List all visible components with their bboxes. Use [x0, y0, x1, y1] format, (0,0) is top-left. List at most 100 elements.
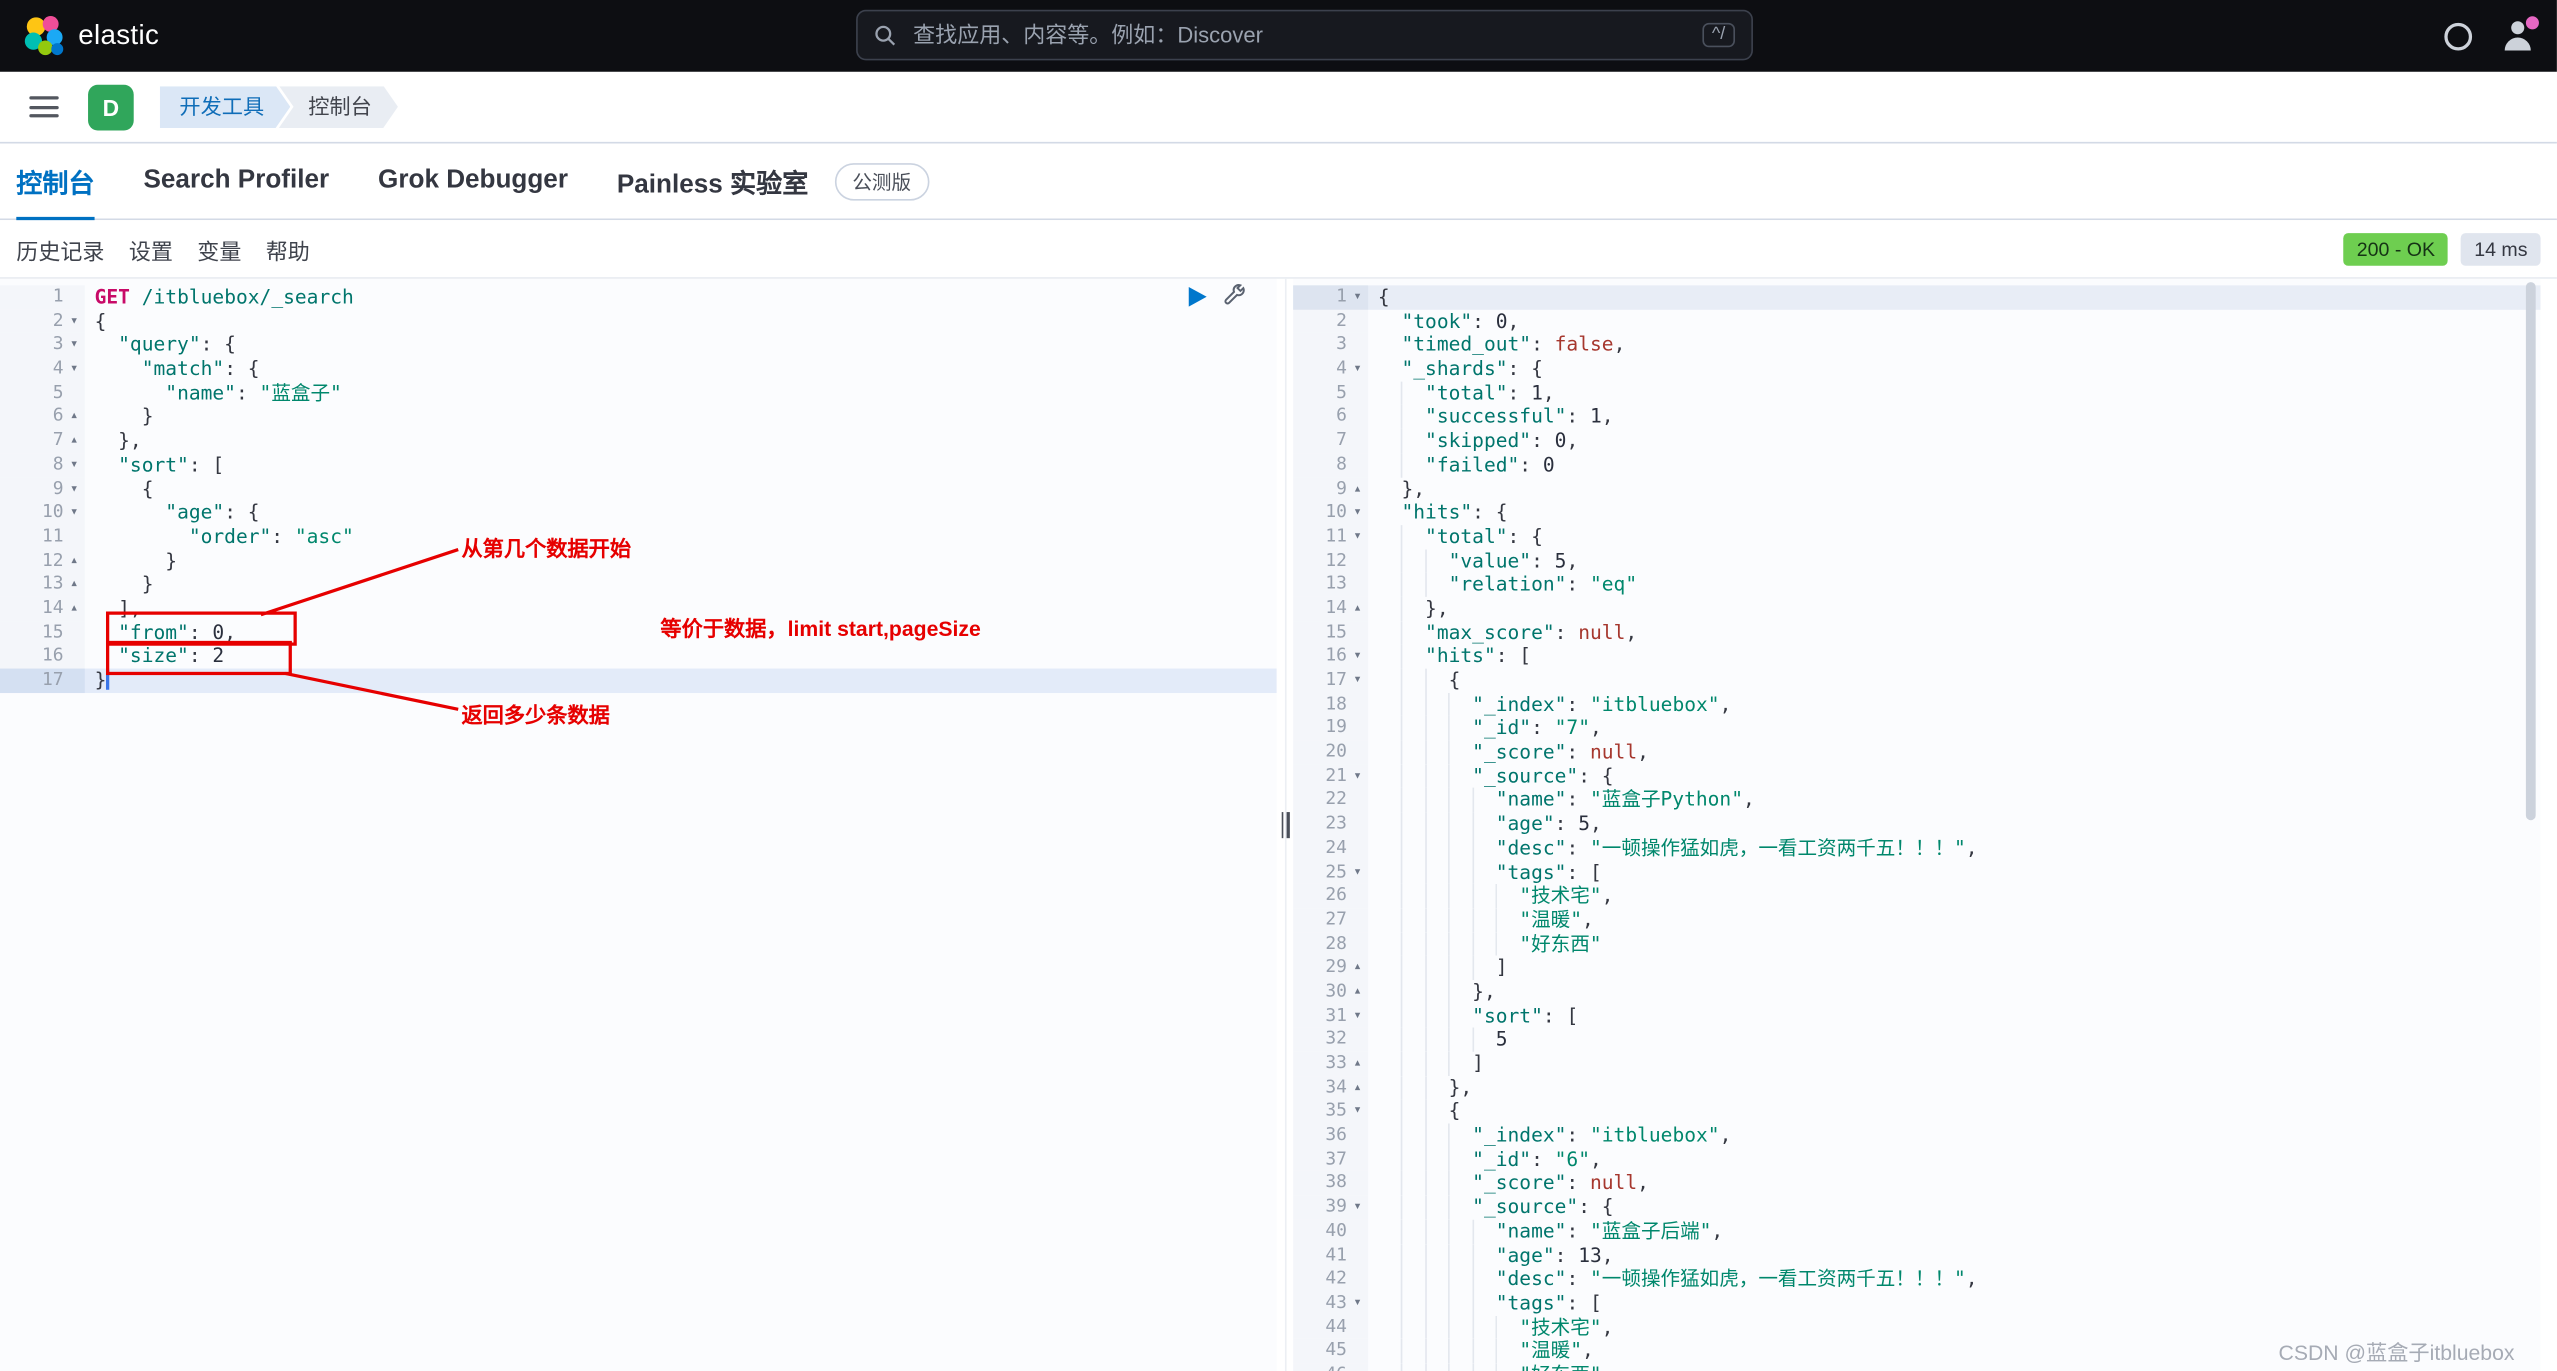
fold-close-icon[interactable]: ▴	[64, 429, 85, 453]
code-line[interactable]: 31▾ "sort": [	[1293, 1004, 2540, 1028]
code-line[interactable]: 30▴ },	[1293, 980, 2540, 1004]
tab-console[interactable]: 控制台	[16, 143, 94, 218]
fold-open-icon[interactable]: ▾	[64, 501, 85, 525]
code-line[interactable]: 7 "skipped": 0,	[1293, 429, 2540, 453]
code-line[interactable]: 13 "relation": "eq"	[1293, 573, 2540, 597]
code-line[interactable]: 25▾ "tags": [	[1293, 860, 2540, 884]
tab-grok-debugger[interactable]: Grok Debugger	[378, 143, 568, 218]
code-line[interactable]: 14▴ ],	[0, 597, 1277, 621]
code-line[interactable]: 26 "技术宅",	[1293, 884, 2540, 908]
code-line[interactable]: 4▾ "match": {	[0, 357, 1277, 381]
code-line[interactable]: 8 "failed": 0	[1293, 453, 2540, 477]
global-search[interactable]: ^/	[856, 10, 1753, 61]
fold-close-icon[interactable]: ▴	[1347, 597, 1368, 621]
fold-close-icon[interactable]: ▴	[1347, 477, 1368, 501]
code-line[interactable]: 43▾ "tags": [	[1293, 1291, 2540, 1315]
code-line[interactable]: 22 "name": "蓝盒子Python",	[1293, 788, 2540, 812]
code-line[interactable]: 19 "_id": "7",	[1293, 716, 2540, 740]
fold-open-icon[interactable]: ▾	[64, 477, 85, 501]
code-line[interactable]: 10▾ "age": {	[0, 501, 1277, 525]
code-line[interactable]: 27 "温暖",	[1293, 908, 2540, 932]
code-line[interactable]: 24 "desc": "一顿操作猛如虎，一看工资两千五！！！",	[1293, 836, 2540, 860]
code-line[interactable]: 32 5	[1293, 1028, 2540, 1052]
code-line[interactable]: 37 "_id": "6",	[1293, 1148, 2540, 1172]
fold-open-icon[interactable]: ▾	[1347, 357, 1368, 381]
code-line[interactable]: 9▴ },	[1293, 477, 2540, 501]
code-line[interactable]: 11 "order": "asc"	[0, 525, 1277, 549]
fold-open-icon[interactable]: ▾	[1347, 1004, 1368, 1028]
fold-open-icon[interactable]: ▾	[1347, 1100, 1368, 1124]
code-line[interactable]: 34▴ },	[1293, 1076, 2540, 1100]
breadcrumb-console[interactable]: 控制台	[279, 86, 398, 128]
help-button[interactable]: 帮助	[266, 232, 310, 265]
settings-button[interactable]: 设置	[129, 232, 173, 265]
code-line[interactable]: 9▾ {	[0, 477, 1277, 501]
help-icon[interactable]	[2444, 22, 2472, 50]
code-line[interactable]: 13▴ }	[0, 573, 1277, 597]
code-line[interactable]: 14▴ },	[1293, 597, 2540, 621]
panel-resizer[interactable]	[1277, 279, 1293, 1371]
code-line[interactable]: 4▾ "_shards": {	[1293, 357, 2540, 381]
code-line[interactable]: 6▴ }	[0, 405, 1277, 429]
tab-painless-lab[interactable]: Painless 实验室	[617, 143, 808, 218]
variables-button[interactable]: 变量	[197, 232, 241, 265]
code-line[interactable]: 16 "size": 2	[0, 645, 1277, 669]
code-line[interactable]: 21▾ "_source": {	[1293, 764, 2540, 788]
code-line[interactable]: 36 "_index": "itbluebox",	[1293, 1124, 2540, 1148]
menu-icon[interactable]	[29, 96, 58, 117]
history-button[interactable]: 历史记录	[16, 232, 104, 265]
code-line[interactable]: 5 "name": "蓝盒子"	[0, 381, 1277, 405]
fold-open-icon[interactable]: ▾	[1347, 285, 1368, 309]
space-avatar[interactable]: D	[88, 84, 134, 130]
code-line[interactable]: 40 "name": "蓝盒子后端",	[1293, 1219, 2540, 1243]
code-line[interactable]: 2 "took": 0,	[1293, 309, 2540, 333]
code-line[interactable]: 42 "desc": "一顿操作猛如虎，一看工资两千五！！！",	[1293, 1267, 2540, 1291]
code-line[interactable]: 1▾{	[1293, 285, 2540, 309]
code-line[interactable]: 38 "_score": null,	[1293, 1172, 2540, 1196]
fold-open-icon[interactable]: ▾	[1347, 860, 1368, 884]
request-editor[interactable]: 1GET /itbluebox/_search2▾{3▾ "query": {4…	[0, 279, 1277, 1371]
code-line[interactable]: 2▾{	[0, 309, 1277, 333]
fold-open-icon[interactable]: ▾	[1347, 1291, 1368, 1315]
fold-open-icon[interactable]: ▾	[1347, 669, 1368, 693]
code-line[interactable]: 35▾ {	[1293, 1100, 2540, 1124]
breadcrumb-dev-tools[interactable]: 开发工具	[160, 86, 290, 128]
fold-open-icon[interactable]: ▾	[64, 309, 85, 333]
code-line[interactable]: 3 "timed_out": false,	[1293, 333, 2540, 357]
fold-open-icon[interactable]: ▾	[1347, 501, 1368, 525]
response-editor[interactable]: 1▾{2 "took": 0,3 "timed_out": false,4▾ "…	[1293, 279, 2540, 1371]
code-line[interactable]: 16▾ "hits": [	[1293, 645, 2540, 669]
code-line[interactable]: 12 "value": 5,	[1293, 549, 2540, 573]
fold-close-icon[interactable]: ▴	[64, 573, 85, 597]
code-line[interactable]: 10▾ "hits": {	[1293, 501, 2540, 525]
fold-close-icon[interactable]: ▴	[64, 405, 85, 429]
fold-close-icon[interactable]: ▴	[64, 549, 85, 573]
code-line[interactable]: 15 "from": 0,	[0, 621, 1277, 645]
fold-close-icon[interactable]: ▴	[64, 597, 85, 621]
fold-open-icon[interactable]: ▾	[1347, 1195, 1368, 1219]
code-line[interactable]: 15 "max_score": null,	[1293, 621, 2540, 645]
code-line[interactable]: 8▾ "sort": [	[0, 453, 1277, 477]
code-line[interactable]: 18 "_index": "itbluebox",	[1293, 693, 2540, 717]
code-line[interactable]: 29▴ ]	[1293, 956, 2540, 980]
code-line[interactable]: 5 "total": 1,	[1293, 381, 2540, 405]
fold-open-icon[interactable]: ▾	[64, 357, 85, 381]
code-line[interactable]: 20 "_score": null,	[1293, 740, 2540, 764]
elastic-brand[interactable]: elastic	[23, 15, 159, 57]
code-line[interactable]: 12▴ }	[0, 549, 1277, 573]
scrollbar-thumb[interactable]	[2526, 282, 2536, 820]
fold-open-icon[interactable]: ▾	[1347, 764, 1368, 788]
code-line[interactable]: 7▴ },	[0, 429, 1277, 453]
fold-open-icon[interactable]: ▾	[1347, 525, 1368, 549]
code-line[interactable]: 6 "successful": 1,	[1293, 405, 2540, 429]
tab-search-profiler[interactable]: Search Profiler	[144, 143, 330, 218]
code-line[interactable]: 1GET /itbluebox/_search	[0, 285, 1277, 309]
code-line[interactable]: 33▴ ]	[1293, 1052, 2540, 1076]
code-line[interactable]: 3▾ "query": {	[0, 333, 1277, 357]
send-request-button[interactable]	[1189, 286, 1207, 306]
fold-close-icon[interactable]: ▴	[1347, 1052, 1368, 1076]
code-line[interactable]: 17}	[0, 669, 1277, 693]
code-line[interactable]: 11▾ "total": {	[1293, 525, 2540, 549]
wrench-icon[interactable]	[1223, 284, 1247, 308]
fold-close-icon[interactable]: ▴	[1347, 1076, 1368, 1100]
